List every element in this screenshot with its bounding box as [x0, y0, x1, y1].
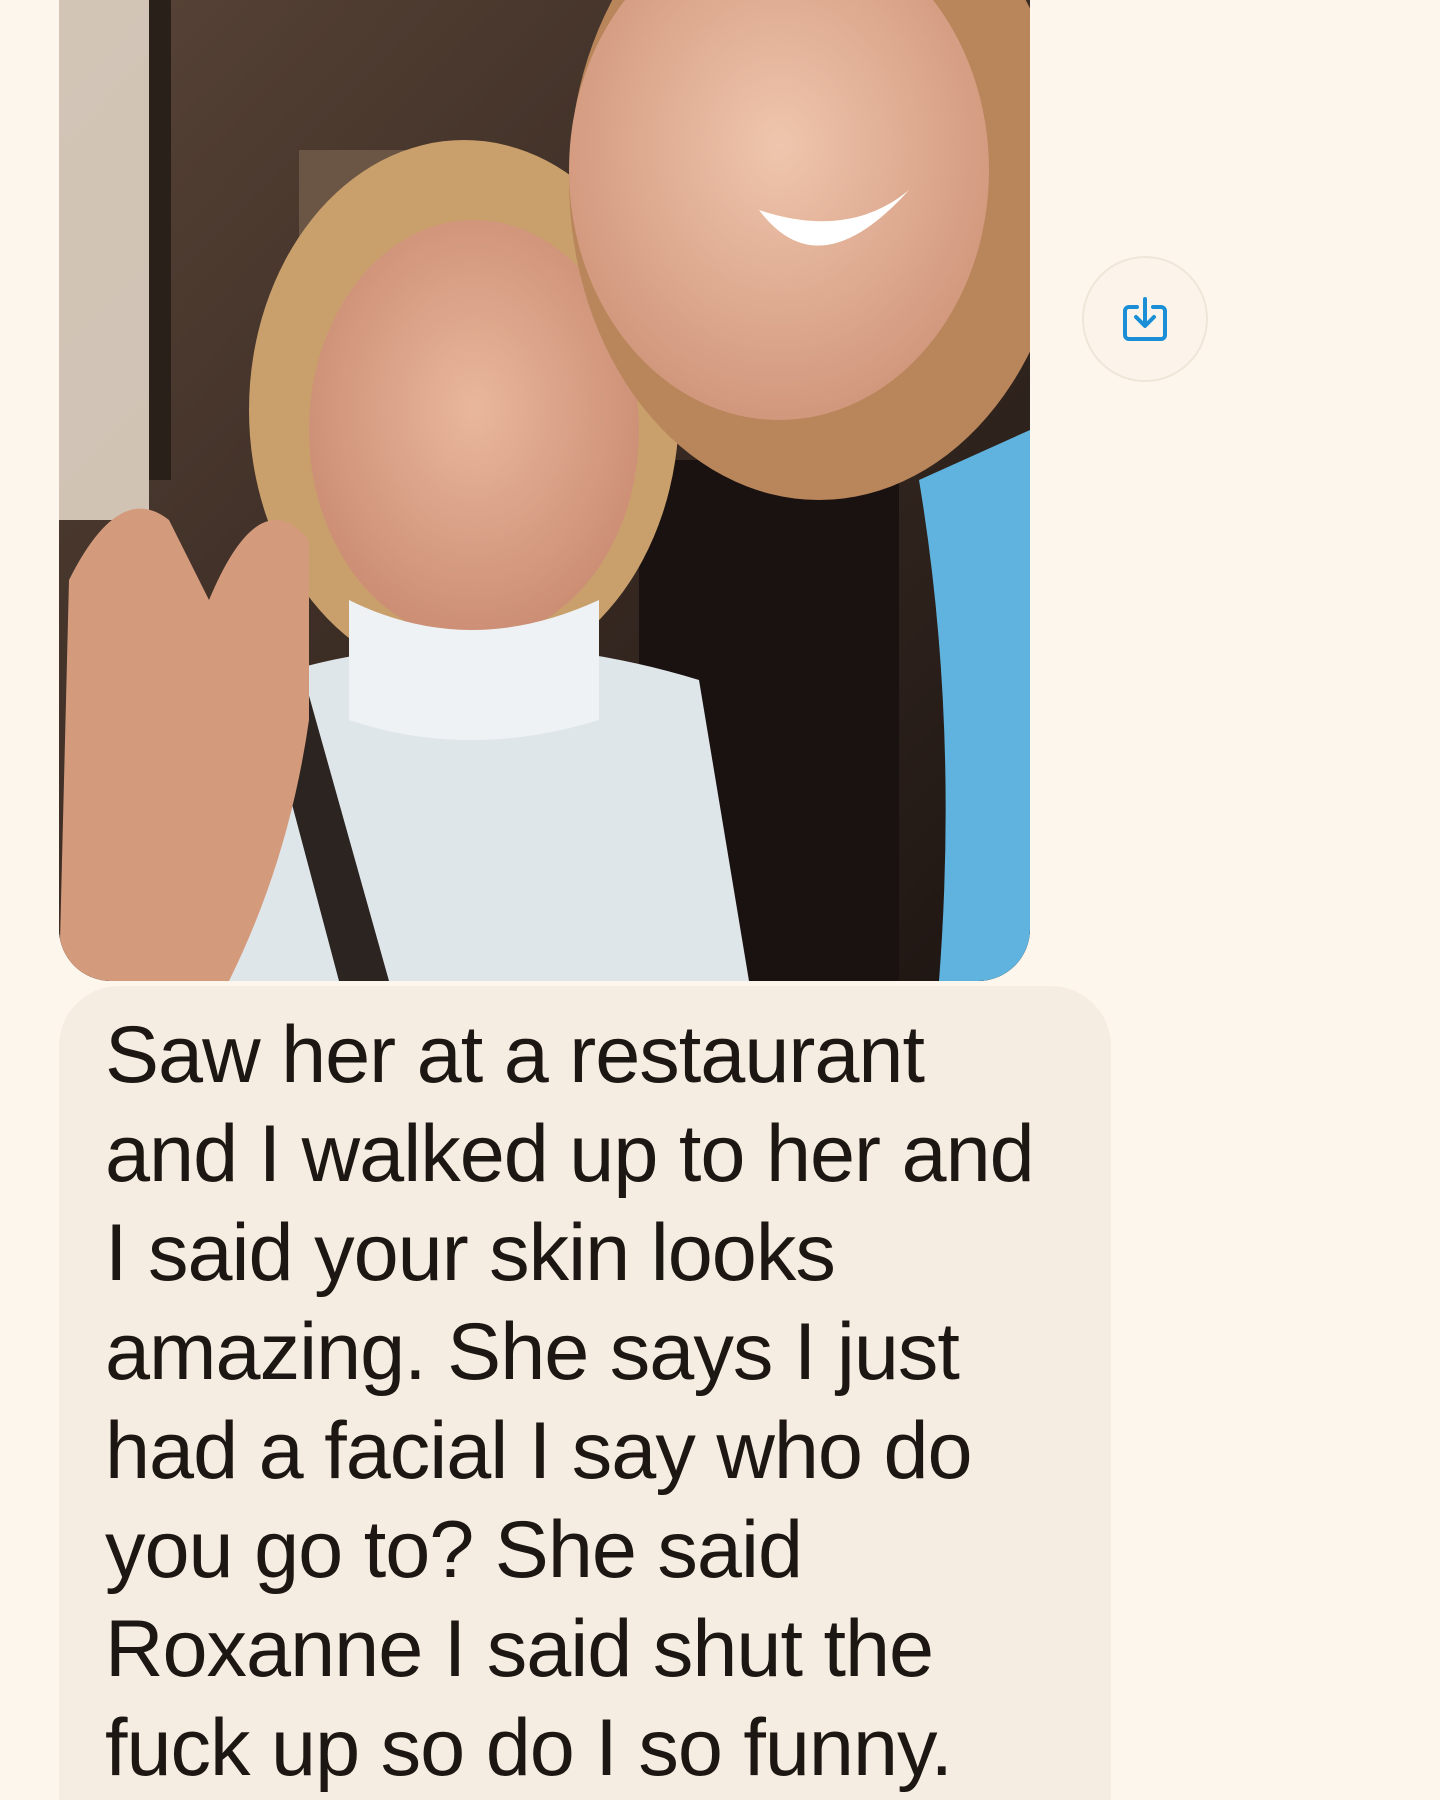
save-download-icon [1123, 297, 1167, 341]
photo-attachment[interactable] [59, 0, 1030, 981]
message-bubble[interactable]: Saw her at a restaurant and I walked up … [59, 986, 1111, 1800]
message-text: Saw her at a restaurant and I walked up … [105, 1010, 1035, 1793]
selfie-photo [59, 0, 1030, 981]
save-photo-button[interactable] [1082, 256, 1208, 382]
message-thread: Saw her at a restaurant and I walked up … [0, 0, 1440, 1800]
